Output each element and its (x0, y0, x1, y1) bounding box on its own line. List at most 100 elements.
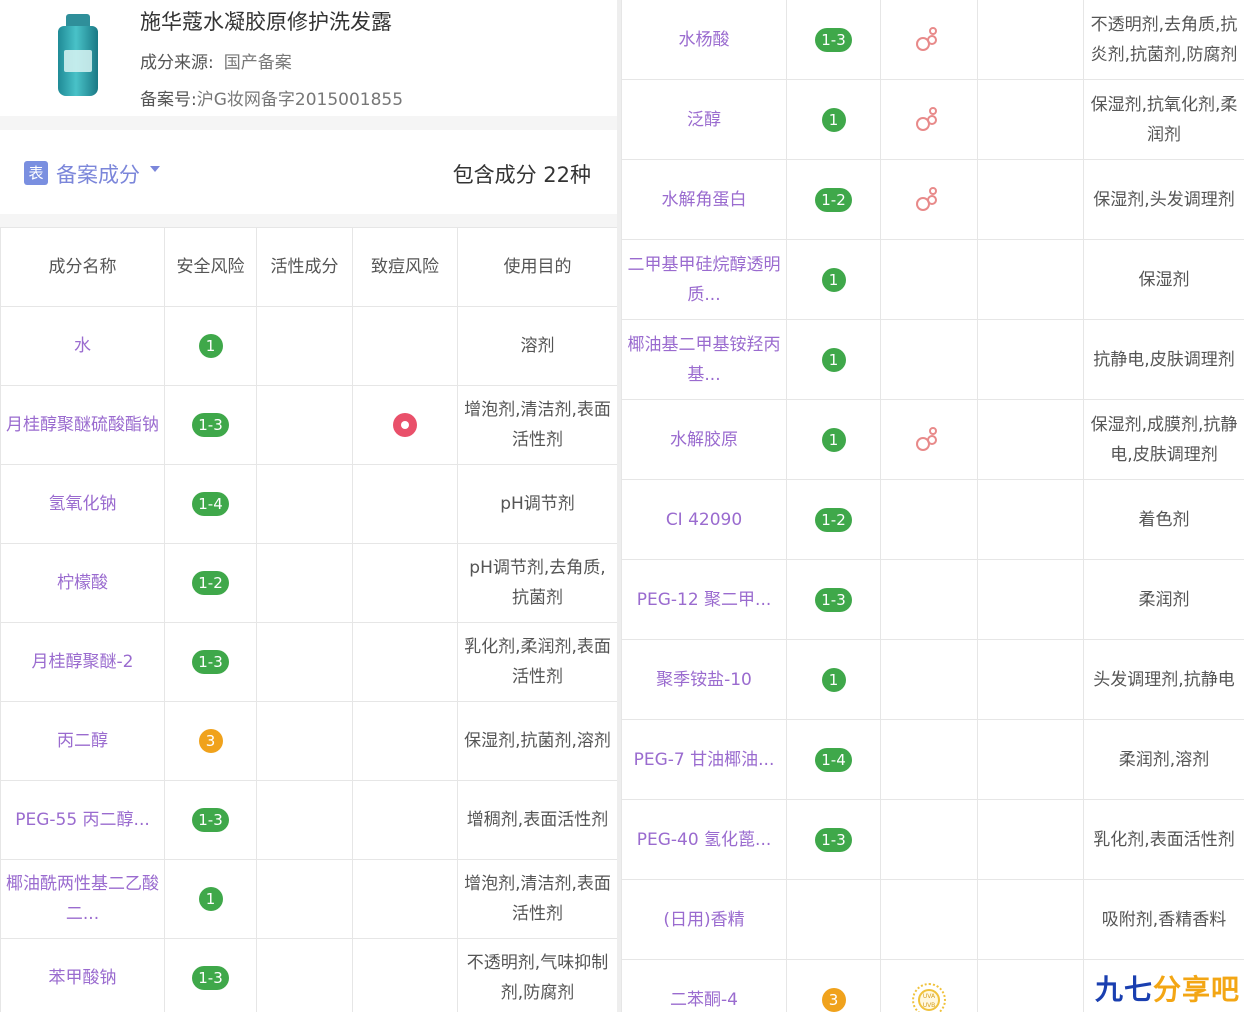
active-cell (256, 306, 353, 386)
ingredient-name[interactable]: 水 (0, 306, 165, 386)
table-row[interactable]: 丙二醇 3 保湿剂,抗菌剂,溶剂 (0, 701, 617, 781)
purpose-cell: 增稠剂,表面活性剂 (457, 780, 617, 860)
safety-cell: 1-3 (786, 0, 881, 80)
table-row[interactable]: 柠檬酸 1-2 pH调节剂,去角质,抗菌剂 (0, 543, 617, 623)
source-line: 成分来源: 国产备案 (140, 48, 292, 73)
section-title-dropdown[interactable]: 备案成分 (56, 159, 140, 189)
table-header-row: 成分名称 安全风险 活性成分 致痘风险 使用目的 (0, 227, 617, 307)
table-row[interactable]: CI 42090 1-2 着色剂 (621, 479, 1244, 560)
active-cell (880, 879, 978, 960)
active-cell (880, 799, 978, 880)
product-header: 施华蔻水凝胶原修护洗发露 成分来源: 国产备案 备案号:沪G妆网备字2015001… (0, 0, 617, 130)
table-row[interactable]: 水解角蛋白 1-2 保湿剂,头发调理剂 (621, 159, 1244, 240)
table-row[interactable]: 苯甲酸钠 1-3 不透明剂,气味抑制剂,防腐剂 (0, 938, 617, 1012)
active-cell (256, 701, 353, 781)
bubbles-icon (916, 426, 942, 453)
safety-score-badge: 1-3 (815, 827, 852, 852)
ingredient-name[interactable]: 月桂醇聚醚-2 (0, 622, 165, 702)
acne-cell (352, 859, 458, 939)
safety-score-badge: 1 (821, 667, 846, 692)
purpose-cell: 不透明剂,去角质,抗炎剂,抗菌剂,防腐剂 (1083, 0, 1244, 80)
safety-score-badge: 1 (821, 267, 846, 292)
safety-score-badge: 1-3 (815, 587, 852, 612)
ingredient-name[interactable]: 二苯酮-4 (621, 959, 787, 1012)
ingredient-name[interactable]: 氢氧化钠 (0, 464, 165, 544)
ingredient-name[interactable]: 泛醇 (621, 79, 787, 160)
table-row[interactable]: 水解胶原 1 保湿剂,成膜剂,抗静电,皮肤调理剂 (621, 399, 1244, 480)
ingredients-section-header: 表 备案成分 包含成分 22种 (0, 130, 617, 214)
ingredient-name[interactable]: 柠檬酸 (0, 543, 165, 623)
ingredient-name[interactable]: PEG-7 甘油椰油... (621, 719, 787, 800)
ingredient-name[interactable]: 水解胶原 (621, 399, 787, 480)
table-row[interactable]: 月桂醇聚醚硫酸酯钠 1-3 增泡剂,清洁剂,表面活性剂 (0, 385, 617, 465)
ingredient-name[interactable]: 丙二醇 (0, 701, 165, 781)
sunscreen-icon: UVA UVB (912, 982, 946, 1012)
safety-score-badge: 1-4 (192, 492, 229, 516)
table-row[interactable]: 椰油基二甲基铵羟丙基... 1 抗静电,皮肤调理剂 (621, 319, 1244, 400)
active-cell (880, 319, 978, 400)
acne-cell (352, 622, 458, 702)
table-row[interactable]: 月桂醇聚醚-2 1-3 乳化剂,柔润剂,表面活性剂 (0, 622, 617, 702)
ingredient-name[interactable]: 苯甲酸钠 (0, 938, 165, 1012)
active-cell (880, 239, 978, 320)
safety-score-badge: 1 (821, 347, 846, 372)
table-row[interactable]: 泛醇 1 保湿剂,抗氧化剂,柔润剂 (621, 79, 1244, 160)
purpose-cell: 保湿剂 (1083, 239, 1244, 320)
table-row[interactable]: PEG-7 甘油椰油... 1-4 柔润剂,溶剂 (621, 719, 1244, 800)
safety-cell: 1 (786, 79, 881, 160)
table-row[interactable]: (日用)香精 吸附剂,香精香料 (621, 879, 1244, 960)
acne-risk-icon (393, 413, 417, 437)
table-row[interactable]: 二甲基甲硅烷醇透明质... 1 保湿剂 (621, 239, 1244, 320)
safety-cell: 1 (786, 319, 881, 400)
active-cell (880, 479, 978, 560)
source-value: 国产备案 (223, 53, 292, 73)
ingredient-name[interactable]: PEG-12 聚二甲... (621, 559, 787, 640)
table-row[interactable]: PEG-55 丙二醇... 1-3 增稠剂,表面活性剂 (0, 780, 617, 860)
safety-cell: 1-2 (786, 479, 881, 560)
ingredient-name[interactable]: 椰油酰两性基二乙酸二... (0, 859, 165, 939)
acne-cell (977, 719, 1084, 800)
source-label: 成分来源: (140, 53, 214, 73)
purpose-cell: pH调节剂 (457, 464, 617, 544)
ingredient-name[interactable]: 聚季铵盐-10 (621, 639, 787, 720)
safety-score-badge: 1 (198, 334, 223, 358)
table-row[interactable]: 氢氧化钠 1-4 pH调节剂 (0, 464, 617, 544)
ingredient-name[interactable]: 水解角蛋白 (621, 159, 787, 240)
registration-label: 备案号: (140, 90, 197, 110)
safety-cell: 1-3 (164, 938, 257, 1012)
ingredient-name[interactable]: 水杨酸 (621, 0, 787, 80)
ingredient-name[interactable]: 椰油基二甲基铵羟丙基... (621, 319, 787, 400)
purpose-cell: 增泡剂,清洁剂,表面活性剂 (457, 385, 617, 465)
header-name: 成分名称 (0, 227, 165, 307)
safety-score-badge: 1-2 (815, 187, 852, 212)
ingredient-name[interactable]: PEG-55 丙二醇... (0, 780, 165, 860)
purpose-cell: 保湿剂,成膜剂,抗静电,皮肤调理剂 (1083, 399, 1244, 480)
active-cell (256, 859, 353, 939)
caret-down-icon[interactable] (150, 166, 160, 172)
ingredient-name[interactable]: 二甲基甲硅烷醇透明质... (621, 239, 787, 320)
table-row[interactable]: 聚季铵盐-10 1 头发调理剂,抗静电 (621, 639, 1244, 720)
safety-score-badge: 1 (821, 107, 846, 132)
ingredient-name[interactable]: PEG-40 氢化蓖... (621, 799, 787, 880)
active-cell (880, 79, 978, 160)
ingredient-name[interactable]: (日用)香精 (621, 879, 787, 960)
safety-score-badge: 1-2 (192, 571, 229, 595)
active-cell (880, 559, 978, 640)
table-row[interactable]: 椰油酰两性基二乙酸二... 1 增泡剂,清洁剂,表面活性剂 (0, 859, 617, 939)
ingredient-name[interactable]: 月桂醇聚醚硫酸酯钠 (0, 385, 165, 465)
active-cell (256, 622, 353, 702)
acne-cell (977, 879, 1084, 960)
safety-score-badge: 1-4 (815, 747, 852, 772)
acne-cell (352, 385, 458, 465)
acne-cell (977, 239, 1084, 320)
table-row[interactable]: 水 1 溶剂 (0, 306, 617, 386)
purpose-cell: 不透明剂,气味抑制剂,防腐剂 (457, 938, 617, 1012)
table-row[interactable]: 水杨酸 1-3 不透明剂,去角质,抗炎剂,抗菌剂,防腐剂 (621, 0, 1244, 80)
safety-score-badge: 1 (821, 427, 846, 452)
table-row[interactable]: PEG-12 聚二甲... 1-3 柔润剂 (621, 559, 1244, 640)
safety-score-badge: 1-3 (815, 27, 852, 52)
purpose-cell: 头发调理剂,抗静电 (1083, 639, 1244, 720)
ingredient-name[interactable]: CI 42090 (621, 479, 787, 560)
safety-score-badge: 1-3 (192, 413, 229, 437)
table-row[interactable]: PEG-40 氢化蓖... 1-3 乳化剂,表面活性剂 (621, 799, 1244, 880)
